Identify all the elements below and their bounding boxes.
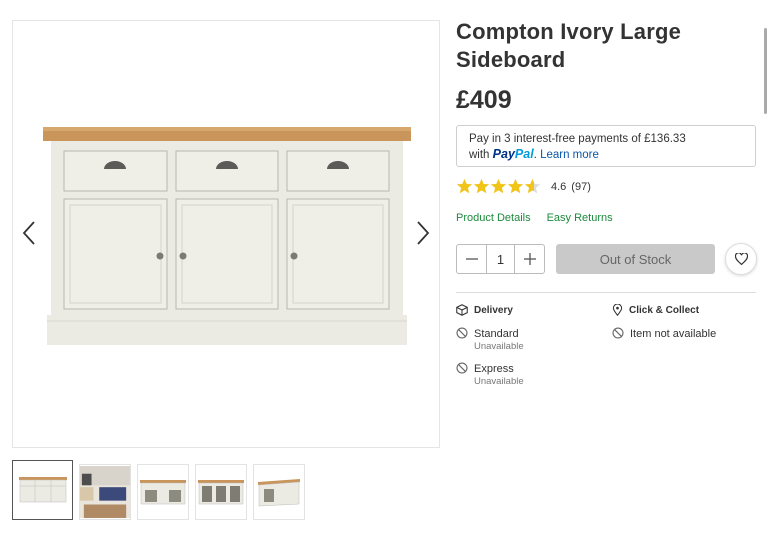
scrollbar[interactable] xyxy=(764,28,767,114)
heart-icon xyxy=(734,253,748,265)
image-thumbnails xyxy=(12,460,305,520)
product-image-viewer xyxy=(12,20,440,448)
click-collect-heading: Click & Collect xyxy=(612,304,699,316)
paypal-message: Pay in 3 interest-free payments of £136.… xyxy=(469,133,686,145)
box-icon xyxy=(456,304,468,316)
product-price: £409 xyxy=(456,86,512,114)
plus-icon xyxy=(523,253,536,265)
paypal-pay-in-3-banner: Pay in 3 interest-free payments of £136.… xyxy=(456,125,756,167)
thumbnail-5[interactable] xyxy=(253,464,305,520)
chevron-right-icon xyxy=(417,221,430,245)
thumbnail-1[interactable] xyxy=(12,460,73,520)
star-icon xyxy=(473,178,490,194)
product-rating[interactable]: 4.6 (97) xyxy=(456,178,591,195)
chevron-left-icon xyxy=(22,221,35,245)
product-title: Compton Ivory Large Sideboard xyxy=(456,19,682,72)
rating-value: 4.6 xyxy=(551,180,567,193)
delivery-option-status: Unavailable xyxy=(474,376,524,387)
delivery-heading: Delivery xyxy=(456,304,513,316)
star-icon xyxy=(507,178,524,194)
easy-returns-link[interactable]: Easy Returns xyxy=(547,212,613,224)
rating-stars xyxy=(456,178,541,195)
star-icon xyxy=(456,178,473,194)
paypal-logo: PayPal xyxy=(492,147,534,161)
delivery-option-express: Express Unavailable xyxy=(456,362,524,387)
delivery-option-status: Unavailable xyxy=(474,341,524,352)
blocked-icon xyxy=(456,362,468,374)
blocked-icon xyxy=(612,327,624,339)
decrease-quantity-button[interactable] xyxy=(457,245,486,273)
star-icon xyxy=(490,178,507,194)
next-image-button[interactable] xyxy=(412,216,434,250)
wishlist-button[interactable] xyxy=(725,243,757,275)
location-pin-icon xyxy=(612,304,623,316)
product-links: Product Details Easy Returns xyxy=(456,212,613,224)
star-half-icon xyxy=(524,178,541,194)
minus-icon xyxy=(465,258,478,260)
click-collect-status: Item not available xyxy=(612,327,716,341)
delivery-option-standard: Standard Unavailable xyxy=(456,327,524,352)
quantity-stepper: 1 xyxy=(456,244,545,274)
quantity-input[interactable]: 1 xyxy=(486,245,515,273)
previous-image-button[interactable] xyxy=(18,216,40,250)
product-image xyxy=(43,127,411,345)
thumbnail-2[interactable] xyxy=(79,464,131,520)
review-count[interactable]: (97) xyxy=(571,181,591,193)
paypal-learn-more-link[interactable]: Learn more xyxy=(540,149,599,161)
delivery-option-label: Standard xyxy=(474,328,519,340)
delivery-option-label: Express xyxy=(474,363,514,375)
blocked-icon xyxy=(456,327,468,339)
paypal-with-text: with xyxy=(469,149,490,161)
thumbnail-3[interactable] xyxy=(137,464,189,520)
out-of-stock-button[interactable]: Out of Stock xyxy=(556,244,715,274)
thumbnail-4[interactable] xyxy=(195,464,247,520)
divider xyxy=(456,292,756,293)
increase-quantity-button[interactable] xyxy=(515,245,544,273)
product-details-link[interactable]: Product Details xyxy=(456,212,531,224)
